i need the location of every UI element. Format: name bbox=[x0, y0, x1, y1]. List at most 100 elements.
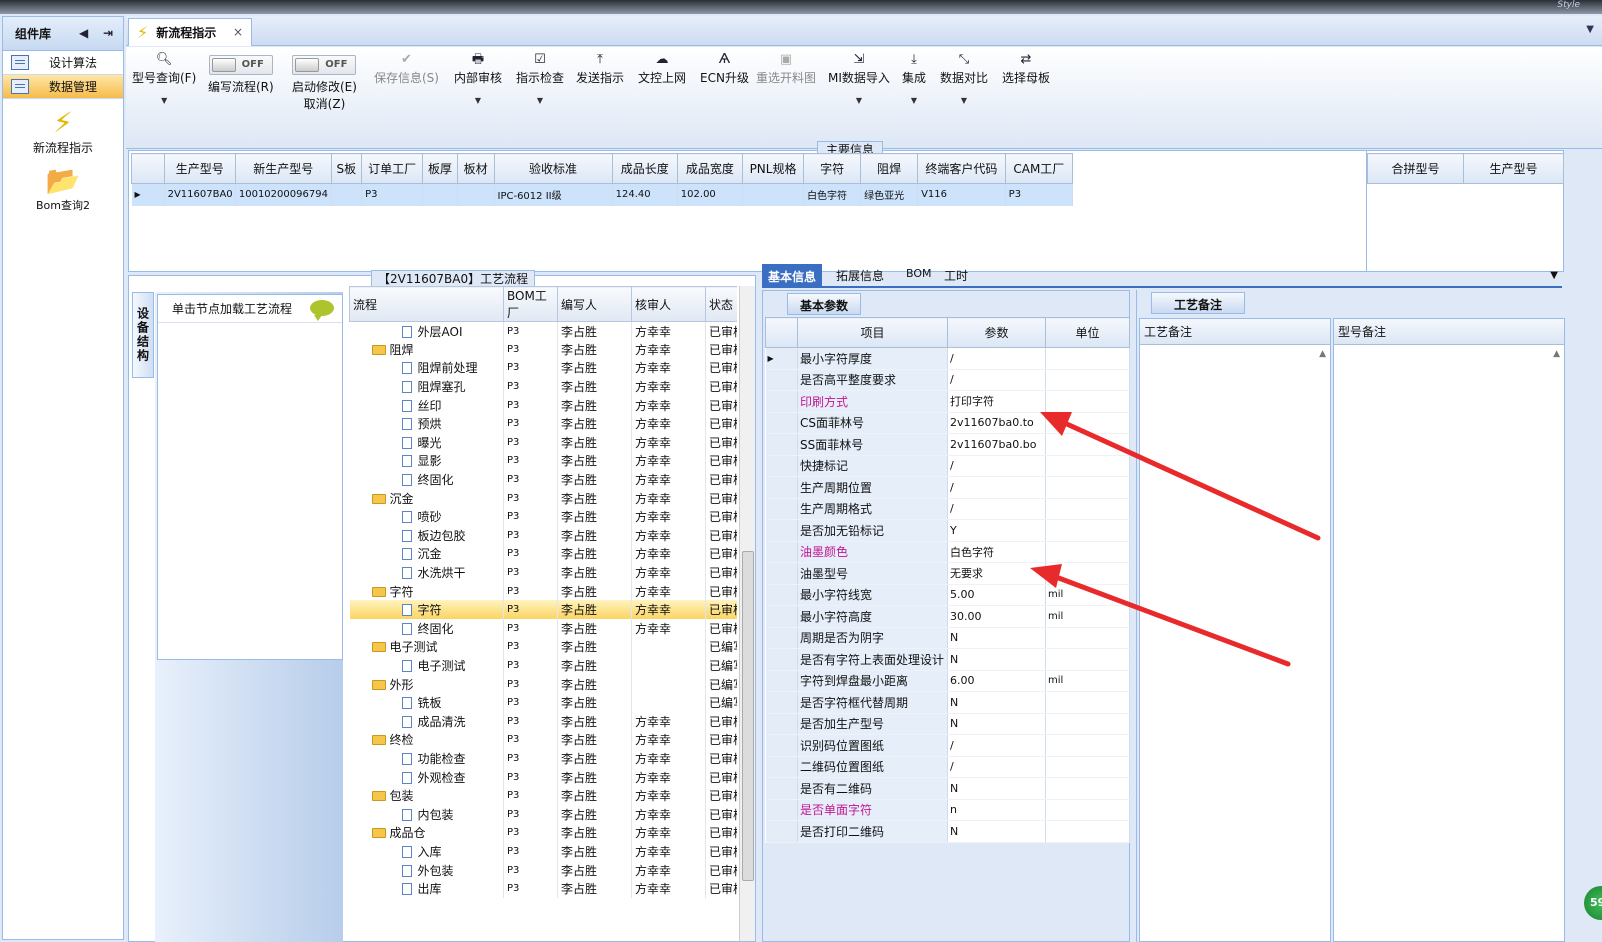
start-modify-control[interactable]: OFF 启动修改(E) 取消(Z) bbox=[292, 55, 357, 112]
main-cell[interactable]: 2V11607BA0 bbox=[164, 183, 236, 206]
main-col-header[interactable]: 订单工厂 bbox=[361, 153, 424, 184]
param-row[interactable]: 最小字符高度 30.00 mil bbox=[765, 605, 1130, 628]
process-tree-node[interactable]: 外层AOI P3李占胜方幸幸已审核 bbox=[349, 321, 737, 341]
mi-data-import-button[interactable]: ⇲ MI数据导入 ▼ bbox=[828, 51, 890, 105]
main-cell[interactable]: IPC-6012 II级 bbox=[494, 183, 613, 206]
tab-process-remarks[interactable]: 工艺备注 bbox=[1151, 292, 1246, 314]
process-col-header[interactable]: 流程 bbox=[349, 286, 504, 322]
pin-icon[interactable]: ⇥ bbox=[103, 26, 113, 40]
table-row[interactable]: ▶ 2V11607BA0 10010200096794 P3 IPC-6012 II级 1… bbox=[131, 183, 1074, 206]
tab-new-process[interactable]: ⚡ 新流程指示 × bbox=[128, 18, 252, 46]
process-tree-node[interactable]: 终固化 P3李占胜方幸幸已审核 bbox=[349, 470, 737, 489]
process-tree-node[interactable]: 终检 P3李占胜方幸幸已审核 bbox=[349, 730, 737, 750]
instruction-check-button[interactable]: ☑ 指示检查 ▼ bbox=[516, 51, 564, 105]
doc-online-button[interactable]: ☁ 文控上网 bbox=[638, 51, 686, 86]
param-value[interactable]: 打印字符 bbox=[947, 390, 1046, 413]
main-cell[interactable] bbox=[457, 183, 495, 206]
tab-extended-info[interactable]: 拓展信息 bbox=[836, 267, 884, 284]
process-col-header[interactable]: 状态 bbox=[705, 286, 737, 322]
scroll-up-icon[interactable]: ▲ bbox=[1553, 349, 1560, 359]
tab-basic-params[interactable]: 基本参数 bbox=[787, 293, 862, 315]
close-icon[interactable]: × bbox=[233, 25, 243, 39]
chevron-down-icon[interactable]: ▼ bbox=[1586, 24, 1594, 35]
process-tree-node[interactable]: 阻焊 P3李占胜方幸幸已审核 bbox=[349, 340, 737, 359]
param-value[interactable]: / bbox=[947, 756, 1046, 778]
main-cell[interactable]: P3 bbox=[361, 183, 424, 206]
param-value[interactable]: 无要求 bbox=[947, 562, 1046, 585]
process-tree-node[interactable]: 成品仓 P3李占胜方幸幸已审核 bbox=[349, 823, 737, 843]
model-query-button[interactable]: 🔍︎ 型号查询(F) ▼ bbox=[132, 51, 196, 105]
tab-bom[interactable]: BOM bbox=[906, 267, 932, 280]
process-col-header[interactable]: 编写人 bbox=[557, 286, 632, 322]
param-value[interactable]: 2v11607ba0.bo bbox=[947, 433, 1046, 456]
scroll-up-icon[interactable]: ▲ bbox=[1319, 349, 1326, 359]
param-row[interactable]: 是否有字符上表面处理设计 N bbox=[765, 648, 1130, 671]
process-tree-node[interactable]: 功能检查 P3李占胜方幸幸已审核 bbox=[349, 749, 737, 768]
main-col-header[interactable]: 板材 bbox=[456, 153, 495, 184]
process-scrollbar[interactable] bbox=[739, 286, 755, 941]
write-process-toggle[interactable]: OFF bbox=[208, 55, 273, 75]
process-tree-node[interactable]: 沉金 P3李占胜方幸幸已审核 bbox=[349, 544, 737, 564]
process-col-header[interactable]: 核审人 bbox=[631, 286, 706, 322]
merge-model-header[interactable]: 合拼型号 bbox=[1367, 153, 1464, 184]
main-col-header[interactable]: CAM工厂 bbox=[1004, 153, 1074, 184]
process-tree-node[interactable]: 外观检查 P3李占胜方幸幸已审核 bbox=[349, 767, 737, 787]
process-tree-node[interactable]: 字符 P3李占胜方幸幸已审核 bbox=[349, 600, 737, 619]
param-row[interactable]: 最小字符线宽 5.00 mil bbox=[765, 584, 1130, 606]
param-value[interactable]: / bbox=[947, 347, 1046, 370]
write-process-control[interactable]: OFF 编写流程(R) bbox=[208, 55, 274, 95]
param-row[interactable]: 油墨型号 无要求 bbox=[765, 562, 1130, 585]
process-tree-node[interactable]: 外形 P3李占胜 已编写 bbox=[349, 674, 737, 694]
main-cell[interactable]: 102.00 bbox=[677, 183, 743, 206]
process-tree-node[interactable]: 水洗烘干 P3李占胜方幸幸已审核 bbox=[349, 563, 737, 582]
equipment-hint[interactable]: 单击节点加载工艺流程 bbox=[158, 295, 342, 323]
param-row[interactable]: 油墨颜色 白色字符 bbox=[765, 541, 1130, 563]
process-tree-node[interactable]: 包装 P3李占胜方幸幸已审核 bbox=[349, 786, 737, 805]
select-master-board-button[interactable]: ⇄ 选择母板 bbox=[1002, 51, 1050, 86]
process-tree-node[interactable]: 阻焊塞孔 P3李占胜方幸幸已审核 bbox=[349, 377, 737, 396]
main-col-header[interactable]: 新生产型号 bbox=[234, 153, 332, 184]
param-row[interactable]: 是否单面字符 n bbox=[765, 799, 1130, 821]
param-row[interactable]: ▶ 最小字符厚度 / bbox=[765, 347, 1130, 370]
param-row[interactable]: 是否字符框代替周期 N bbox=[765, 691, 1130, 714]
tab-basic-info[interactable]: 基本信息 bbox=[762, 264, 823, 288]
process-tree-node[interactable]: 入库 P3李占胜方幸幸已审核 bbox=[349, 842, 737, 861]
param-value[interactable]: N bbox=[947, 820, 1046, 843]
param-value[interactable]: 白色字符 bbox=[947, 541, 1046, 563]
main-cell[interactable]: 白色字符 bbox=[803, 183, 862, 206]
main-col-header[interactable]: PNL规格 bbox=[741, 153, 805, 184]
param-row[interactable]: 是否打印二维码 N bbox=[765, 820, 1130, 843]
save-info-button[interactable]: ✔ 保存信息(S) bbox=[374, 51, 439, 86]
param-row[interactable]: 是否高平整度要求 / bbox=[765, 369, 1130, 391]
main-col-header[interactable]: 生产型号 bbox=[163, 153, 236, 184]
main-col-header[interactable]: 验收标准 bbox=[493, 153, 613, 184]
param-row[interactable]: 印刷方式 打印字符 bbox=[765, 390, 1130, 413]
collapse-left-icon[interactable]: ◀ bbox=[79, 26, 88, 40]
param-row[interactable]: 周期是否为阴字 N bbox=[765, 627, 1130, 649]
process-tree-node[interactable]: 出库 P3李占胜方幸幸已审核 bbox=[349, 879, 737, 898]
param-value[interactable]: 5.00 bbox=[947, 584, 1046, 606]
param-row[interactable]: 生产周期位置 / bbox=[765, 476, 1130, 499]
param-row[interactable]: 生产周期格式 / bbox=[765, 498, 1130, 520]
reselect-cut-drawing-button[interactable]: ▣ 重选开料图 bbox=[756, 51, 816, 86]
main-col-header[interactable]: 成品长度 bbox=[611, 153, 678, 184]
param-row[interactable]: 快捷标记 / bbox=[765, 455, 1130, 477]
process-tree-node[interactable]: 字符 P3李占胜方幸幸已审核 bbox=[349, 581, 737, 601]
param-value[interactable]: N bbox=[947, 691, 1046, 714]
param-row[interactable]: 是否加生产型号 N bbox=[765, 713, 1130, 735]
param-value[interactable]: 30.00 bbox=[947, 605, 1046, 628]
bom-query-tool[interactable]: 📂 Bom查询2 bbox=[3, 165, 123, 213]
process-tree-node[interactable]: 预烘 P3李占胜方幸幸已审核 bbox=[349, 414, 737, 434]
main-cell[interactable]: 124.40 bbox=[612, 183, 678, 206]
param-value[interactable]: N bbox=[947, 648, 1046, 671]
param-row[interactable]: 是否有二维码 N bbox=[765, 777, 1130, 800]
unit-header[interactable]: 单位 bbox=[1045, 317, 1130, 348]
main-col-header[interactable]: 阻焊 bbox=[860, 153, 919, 184]
internal-review-button[interactable]: 🖶︎ 内部审核 ▼ bbox=[454, 51, 502, 105]
chevron-down-icon[interactable]: ▼ bbox=[1550, 270, 1558, 281]
param-row[interactable]: 识别码位置图纸 / bbox=[765, 734, 1130, 757]
equipment-structure-tab[interactable]: 设备结构 bbox=[132, 292, 154, 378]
param-row[interactable]: 二维码位置图纸 / bbox=[765, 756, 1130, 778]
main-cell[interactable] bbox=[422, 183, 458, 206]
process-remarks-column[interactable]: 工艺备注 ▲ bbox=[1139, 318, 1331, 942]
